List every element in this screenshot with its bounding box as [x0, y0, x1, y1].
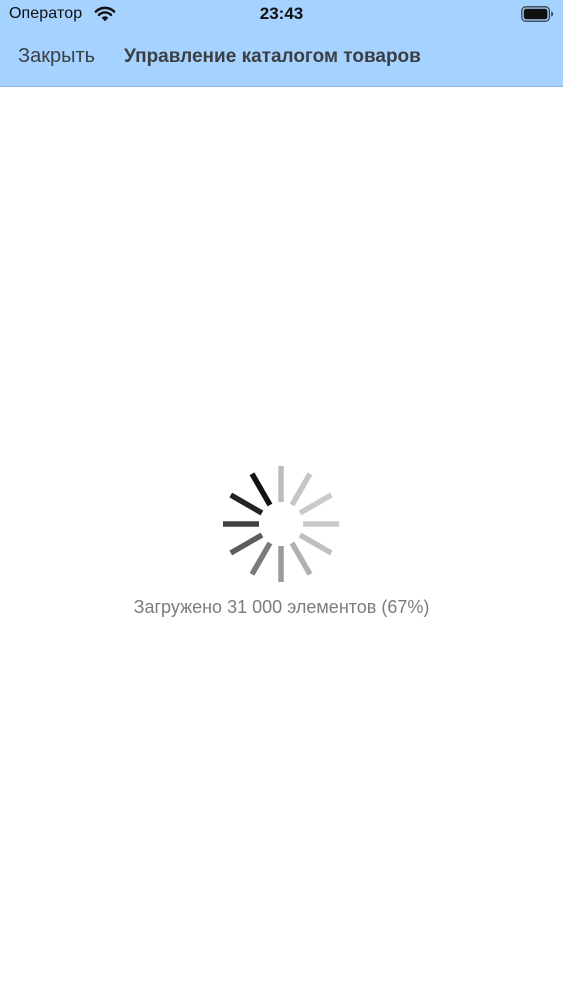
- screen: Оператор 23:43 Закрыть Управление катало…: [0, 0, 563, 1000]
- close-button[interactable]: Закрыть: [18, 45, 95, 68]
- spinner-spoke: [289, 541, 313, 576]
- page-title: Управление каталогом товаров: [124, 46, 421, 67]
- spinner-spoke: [298, 492, 333, 516]
- activity-indicator-icon: [223, 466, 339, 582]
- loading-status-text: Загружено 31 000 элементов (67%): [133, 597, 430, 617]
- spinner-spoke: [229, 532, 264, 556]
- spinner-spoke: [289, 472, 313, 507]
- spinner-spoke: [229, 492, 264, 516]
- spinner-spoke: [249, 472, 273, 507]
- battery-full-icon: [521, 6, 554, 22]
- navigation-bar: Закрыть Управление каталогом товаров: [0, 30, 563, 86]
- spinner-spoke: [298, 532, 333, 556]
- spinner-spokes: [223, 466, 339, 582]
- status-bar: Оператор 23:43: [0, 0, 563, 30]
- spinner-spoke: [249, 541, 273, 576]
- status-time: 23:43: [259, 4, 304, 23]
- header-area: Оператор 23:43 Закрыть Управление катало…: [0, 0, 563, 87]
